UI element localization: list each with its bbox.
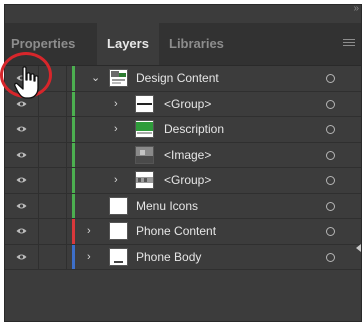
eye-icon [16, 228, 27, 234]
layer-thumbnail [135, 171, 154, 189]
chevron-right-icon[interactable]: › [87, 225, 97, 237]
eye-icon [16, 152, 27, 157]
target-circle-icon[interactable] [326, 74, 335, 83]
visibility-toggle[interactable] [5, 193, 39, 218]
layer-color-bar [72, 91, 75, 116]
layer-thumbnail [109, 247, 128, 266]
visibility-toggle[interactable] [5, 168, 39, 193]
layer-thumbnail [135, 120, 154, 138]
layer-row-group[interactable]: › <Group> [5, 91, 361, 117]
target-circle-icon[interactable] [326, 227, 335, 236]
eye-icon [16, 203, 27, 208]
visibility-toggle[interactable] [5, 244, 39, 269]
chevron-down-icon[interactable]: ⌄ [91, 72, 101, 84]
target-circle-icon[interactable] [326, 201, 335, 211]
visibility-toggle[interactable] [5, 117, 39, 142]
visibility-toggle[interactable] [5, 142, 39, 167]
eye-icon [16, 177, 27, 183]
layer-row-design-content[interactable]: ⌄ Design Content [5, 66, 361, 92]
eye-icon [16, 254, 27, 259]
panel-resize-handle[interactable] [356, 244, 361, 252]
layer-name: Description [164, 122, 225, 136]
layer-thumbnail [135, 145, 154, 164]
layer-row-menu-icons[interactable]: Menu Icons [5, 193, 361, 219]
chevron-right-icon[interactable]: › [114, 98, 124, 110]
layer-row-group[interactable]: › <Group> [5, 168, 361, 194]
layer-name: <Group> [164, 173, 212, 187]
lock-toggle[interactable] [39, 91, 67, 116]
layer-name: <Image> [164, 147, 212, 162]
panel-tabs: Properties Layers Libraries [5, 23, 361, 66]
layer-color-bar [72, 219, 75, 244]
lock-toggle[interactable] [39, 244, 67, 269]
layer-color-bar [72, 168, 75, 193]
layer-name: Phone Body [136, 249, 202, 264]
layer-thumbnail [109, 196, 128, 215]
layer-thumbnail [109, 222, 128, 240]
layer-thumbnail [135, 94, 154, 113]
lock-toggle[interactable] [39, 168, 67, 193]
layer-name: Menu Icons [136, 198, 199, 213]
layer-name: Phone Content [136, 224, 217, 238]
layer-row-phone-content[interactable]: › Phone Content [5, 219, 361, 245]
layer-color-bar [72, 193, 75, 218]
layers-panel: » Properties Layers Libraries ⌄ Design C… [4, 3, 362, 322]
lock-toggle[interactable] [39, 117, 67, 142]
hand-cursor-icon [14, 66, 39, 99]
layers-list: ⌄ Design Content › <Group> › Description… [5, 66, 361, 270]
layer-row-phone-body[interactable]: › Phone Body [5, 244, 361, 270]
visibility-toggle[interactable] [5, 219, 39, 244]
eye-icon [16, 126, 27, 132]
layer-thumbnail [109, 69, 128, 87]
layer-color-bar [72, 142, 75, 167]
hamburger-menu-icon[interactable] [343, 39, 355, 48]
layer-name: <Group> [164, 96, 212, 111]
lock-toggle[interactable] [39, 193, 67, 218]
target-circle-icon[interactable] [326, 125, 335, 134]
layer-color-bar [72, 66, 75, 91]
tab-libraries[interactable]: Libraries [169, 23, 239, 65]
target-circle-icon[interactable] [326, 99, 335, 109]
target-circle-icon[interactable] [326, 252, 335, 262]
layer-color-bar [72, 117, 75, 142]
chevron-right-icon[interactable]: › [114, 123, 124, 135]
lock-toggle[interactable] [39, 142, 67, 167]
chevron-right-icon[interactable]: › [114, 174, 124, 186]
target-circle-icon[interactable] [326, 176, 335, 185]
lock-toggle[interactable] [39, 219, 67, 244]
chevron-right-icon[interactable]: › [87, 251, 97, 263]
layer-row-image[interactable]: <Image> [5, 142, 361, 168]
tab-layers[interactable]: Layers [97, 23, 159, 65]
layer-name: Design Content [136, 71, 219, 85]
layer-color-bar [72, 244, 75, 269]
layer-row-description[interactable]: › Description [5, 117, 361, 143]
eye-icon [16, 101, 27, 106]
target-circle-icon[interactable] [326, 150, 335, 160]
collapse-panel-icon[interactable]: » [353, 3, 358, 14]
